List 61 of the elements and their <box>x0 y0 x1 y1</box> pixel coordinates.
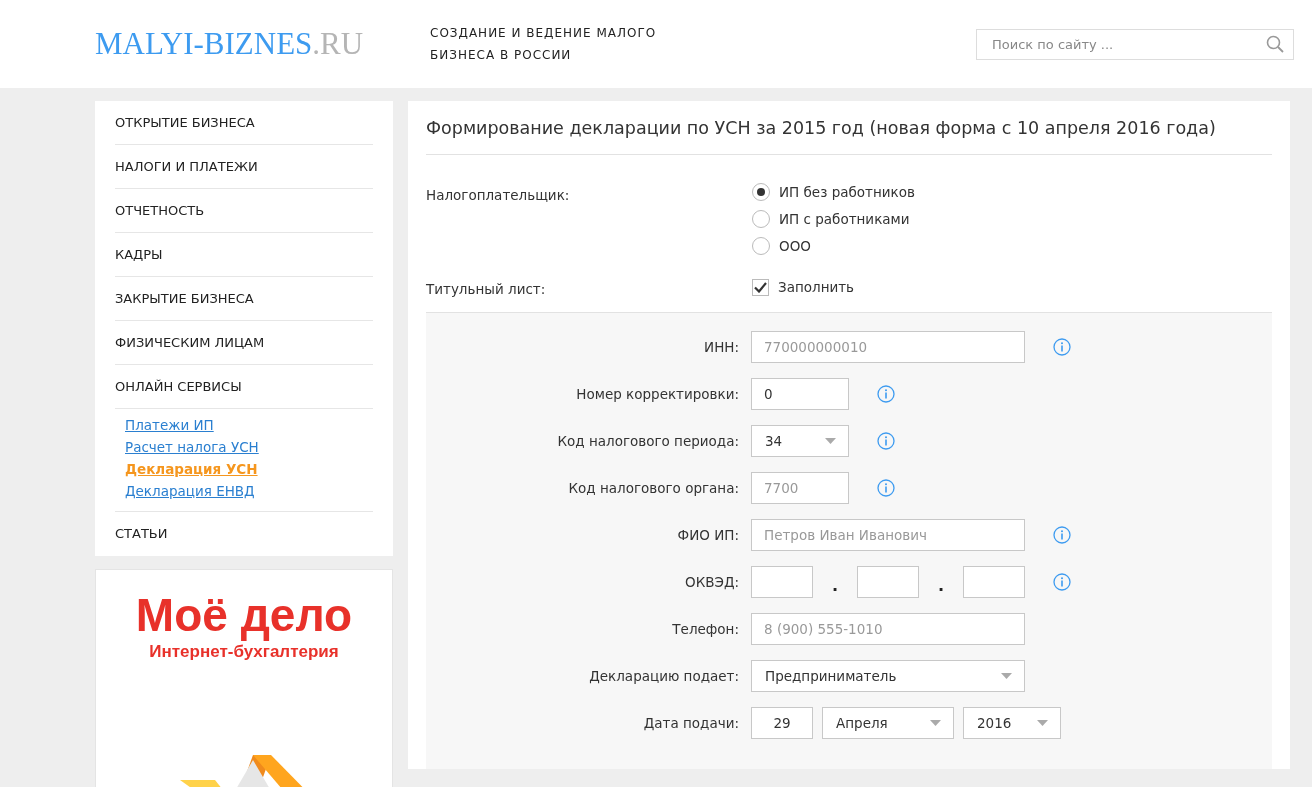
year-dropdown[interactable]: 2016 <box>963 707 1061 739</box>
text-field[interactable]: 0 <box>751 378 849 410</box>
dropdown-caret-icon <box>1037 720 1048 726</box>
field-label: Код налогового органа: <box>567 480 739 496</box>
ad-banner[interactable]: Моё дело Интернет-бухгалтерия <box>95 569 393 787</box>
radio-option[interactable]: ИП с работниками <box>752 210 915 228</box>
code-field[interactable] <box>963 566 1025 598</box>
dropdown-caret-icon <box>825 438 836 444</box>
dropdown-caret-icon <box>1001 673 1012 679</box>
menu-item[interactable]: ЗАКРЫТИЕ БИЗНЕСА <box>115 277 373 321</box>
menu-item[interactable]: КАДРЫ <box>115 233 373 277</box>
checkbox[interactable] <box>752 278 769 296</box>
field-label: ОКВЭД: <box>684 574 739 590</box>
info-icon[interactable] <box>877 432 895 450</box>
code-field[interactable] <box>751 566 813 598</box>
field-label: Налогоплательщик: <box>426 186 571 205</box>
field-label: ФИО ИП: <box>676 527 739 543</box>
text-field[interactable]: 7700 <box>751 472 849 504</box>
info-icon[interactable] <box>877 479 895 497</box>
radio-button[interactable] <box>752 183 770 201</box>
submenu-link[interactable]: Платежи ИП <box>125 417 214 433</box>
info-icon[interactable] <box>1053 573 1071 591</box>
field-label: Телефон: <box>671 621 739 637</box>
text-field[interactable]: Петров Иван Иванович <box>751 519 1025 551</box>
separator-dot: . <box>936 574 946 595</box>
menu-item[interactable]: НАЛОГИ И ПЛАТЕЖИ <box>115 145 373 189</box>
submenu-link[interactable]: Декларация ЕНВД <box>125 483 255 499</box>
month-dropdown[interactable]: Апреля <box>822 707 954 739</box>
info-icon[interactable] <box>1053 338 1071 356</box>
menu-item[interactable]: ОТЧЕТНОСТЬ <box>115 189 373 233</box>
search-field[interactable]: Поиск по сайту ... <box>976 28 1294 60</box>
dropdown-caret-icon <box>930 720 941 726</box>
separator-dot: . <box>830 574 840 595</box>
field-label: Декларацию подает: <box>588 668 739 684</box>
page-title: Формирование декларации по УСН за 2015 год (новая форма с 10 апреля 2016 года) <box>426 101 1272 155</box>
dropdown[interactable]: 34 <box>751 425 849 457</box>
radio-button[interactable] <box>752 210 770 228</box>
field-label: ИНН: <box>703 339 739 355</box>
menu-item[interactable]: ФИЗИЧЕСКИМ ЛИЦАМ <box>115 321 373 365</box>
code-field[interactable] <box>857 566 919 598</box>
day-field[interactable]: 29 <box>751 707 813 739</box>
menu-item[interactable]: ОНЛАЙН СЕРВИСЫ <box>115 365 373 409</box>
site-tagline: СОЗДАНИЕ И ВЕДЕНИЕ МАЛОГО БИЗНЕСА В РОССИИ <box>430 25 658 64</box>
ad-subtitle: Интернет-бухгалтерия <box>149 642 339 662</box>
field-label: Дата подачи: <box>642 715 739 731</box>
search-icon[interactable] <box>1266 34 1284 53</box>
info-icon[interactable] <box>1053 526 1071 544</box>
dropdown[interactable]: Предприниматель <box>751 660 1025 692</box>
field-label: Код налогового периода: <box>556 433 739 449</box>
menu-item[interactable]: СТАТЬИ <box>115 512 373 556</box>
checkbox-option[interactable]: Заполнить <box>752 277 855 297</box>
text-field[interactable]: 770000000010 <box>751 331 1025 363</box>
field-label: Титульный лист: <box>426 280 547 297</box>
field-label: Номер корректировки: <box>575 386 739 402</box>
text-field[interactable]: 8 (900) 555-1010 <box>751 613 1025 645</box>
radio-option[interactable]: ООО <box>752 237 915 255</box>
info-icon[interactable] <box>877 385 895 403</box>
menu-item[interactable]: ОТКРЫТИЕ БИЗНЕСА <box>115 101 373 145</box>
radio-button[interactable] <box>752 237 770 255</box>
radio-option[interactable]: ИП без работников <box>752 183 915 201</box>
submenu-link[interactable]: Расчет налога УСН <box>125 439 259 455</box>
